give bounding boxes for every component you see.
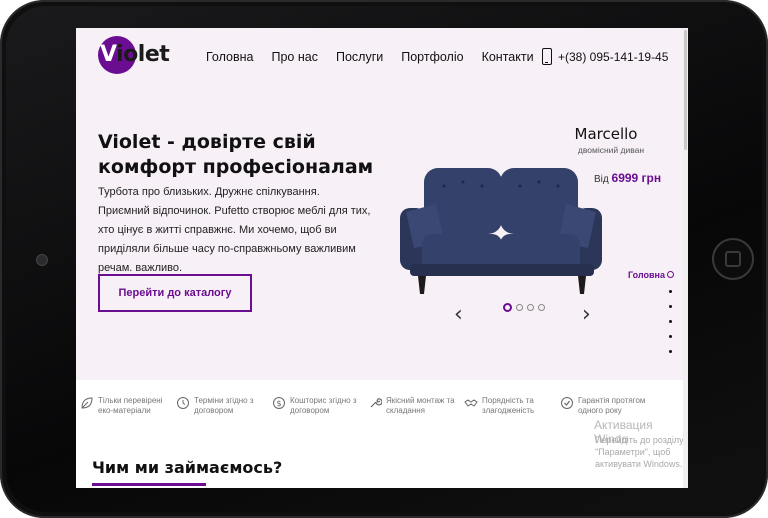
hero-description: Турбота про близьких. Дружнє спілкування…: [98, 186, 371, 274]
phone-contact[interactable]: +(38) 095-141-19-45: [542, 48, 668, 65]
camera-icon: [36, 254, 48, 266]
dollar-icon: $: [273, 397, 285, 409]
svg-text:$: $: [276, 399, 281, 408]
slider-prev-arrow[interactable]: ‹: [454, 302, 463, 327]
slider-dot-2[interactable]: [516, 304, 523, 311]
hero-section: Violet Головна Про нас Послуги Портфоліо…: [76, 28, 688, 380]
feature-text: Порядність та злагодженість: [482, 396, 535, 415]
windows-activation-text: Перейдіть до розділу "Параметри", щоб ак…: [595, 435, 684, 469]
feature-item: Порядність та злагодженість: [460, 380, 556, 444]
hero-title: Violet - довірте свій комфорт професіона…: [98, 131, 374, 178]
feature-text: Гарантія протягом одного року: [578, 396, 646, 415]
side-nav-label[interactable]: Головна: [628, 270, 665, 280]
logo-rest: iolet: [116, 42, 170, 67]
features-strip: Тільки перевірені еко-матеріали Терміни …: [76, 380, 683, 444]
catalog-button[interactable]: Перейти до каталогу: [98, 274, 252, 312]
side-nav-dot-active[interactable]: [667, 271, 674, 278]
check-badge-icon: [561, 397, 573, 409]
leaf-icon: [81, 397, 93, 409]
section-underline: [92, 483, 206, 486]
sofa-shape: [400, 168, 602, 294]
price-value: 6999 грн: [611, 171, 662, 185]
nav-item-contacts[interactable]: Контакти: [482, 50, 534, 64]
phone-icon: [542, 48, 552, 65]
feature-item: $ Кошторис згідно з договором: [268, 380, 364, 444]
scrollbar[interactable]: [683, 28, 688, 488]
main-nav: Головна Про нас Послуги Портфоліо Контак…: [206, 50, 534, 64]
logo-text: Violet: [100, 42, 170, 67]
handshake-icon: [464, 399, 478, 407]
feature-item: Тільки перевірені еко-матеріали: [76, 380, 172, 444]
nav-item-about[interactable]: Про нас: [272, 50, 318, 64]
clock-icon: [177, 397, 189, 409]
side-nav-dot[interactable]: [669, 335, 672, 338]
feature-text: Тільки перевірені еко-матеріали: [98, 396, 163, 415]
product-subtitle: двомісний диван: [577, 145, 645, 155]
side-nav-dot[interactable]: [669, 320, 672, 323]
feature-text: Терміни згідно з договором: [194, 396, 254, 415]
section-title: Чим ми займаємось?: [92, 458, 283, 477]
scrollbar-thumb[interactable]: [684, 30, 687, 150]
slider-dot-3[interactable]: [527, 304, 534, 311]
sofa-image: [400, 168, 602, 294]
nav-item-services[interactable]: Послуги: [336, 50, 383, 64]
product-name: Marcello: [574, 125, 638, 143]
feature-text: Якісний монтаж та складання: [386, 396, 455, 415]
feature-item: Якісний монтаж та складання: [364, 380, 460, 444]
feature-text: Кошторис згідно з договором: [290, 396, 357, 415]
side-nav-dot[interactable]: [669, 350, 672, 353]
side-nav-dot[interactable]: [669, 290, 672, 293]
feature-item: Терміни згідно з договором: [172, 380, 268, 444]
nav-item-home[interactable]: Головна: [206, 50, 254, 64]
slider-dots: [503, 303, 545, 312]
screen: Violet Головна Про нас Послуги Портфоліо…: [76, 28, 688, 488]
logo-letter: V: [100, 42, 117, 67]
phone-number: +(38) 095-141-19-45: [558, 49, 669, 64]
slider-next-arrow[interactable]: ›: [582, 302, 591, 327]
slider-dot-4[interactable]: [538, 304, 545, 311]
slider-dot-1[interactable]: [503, 303, 512, 312]
side-nav-dot[interactable]: [669, 305, 672, 308]
nav-item-portfolio[interactable]: Портфоліо: [401, 50, 463, 64]
wrench-icon: [370, 398, 382, 408]
home-button[interactable]: [712, 238, 754, 280]
